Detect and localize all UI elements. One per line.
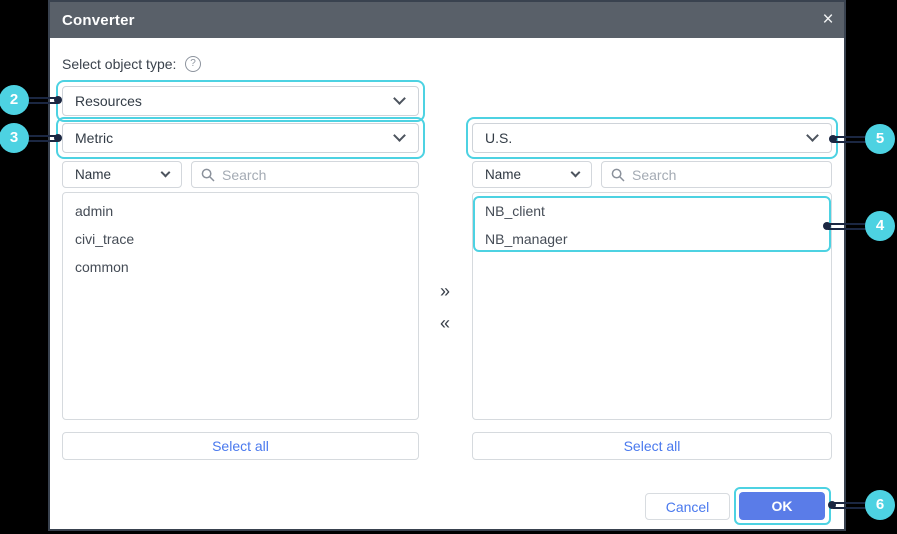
chevron-down-icon: [571, 168, 581, 178]
right-select-all-button[interactable]: Select all: [472, 432, 832, 460]
help-glyph: ?: [190, 58, 196, 69]
move-left-button[interactable]: «: [431, 309, 459, 337]
object-type-label: Select object type:: [62, 56, 176, 72]
screen: Converter × Select object type: ? Resour…: [0, 0, 897, 534]
move-right-button[interactable]: »: [431, 277, 459, 305]
chevron-down-icon: [806, 129, 819, 142]
annotation-badge: 3: [0, 123, 29, 153]
left-search-input[interactable]: [222, 167, 409, 183]
right-sort-value: Name: [485, 167, 521, 182]
target-list: NB_client NB_manager: [472, 192, 832, 420]
cancel-button[interactable]: Cancel: [645, 493, 730, 520]
left-sort-value: Name: [75, 167, 111, 182]
right-subtype-value: U.S.: [485, 130, 512, 146]
ok-button[interactable]: OK: [739, 492, 825, 520]
annotation-badge: 4: [865, 211, 895, 241]
right-search-input[interactable]: [632, 167, 822, 183]
list-item[interactable]: NB_client: [473, 197, 831, 225]
help-icon[interactable]: ?: [185, 56, 201, 72]
list-item[interactable]: admin: [63, 197, 418, 225]
list-item[interactable]: common: [63, 253, 418, 281]
right-subtype-select[interactable]: U.S.: [472, 123, 832, 153]
dialog-title: Converter: [62, 12, 135, 29]
close-icon[interactable]: ×: [816, 8, 840, 32]
right-search-box: [601, 161, 832, 188]
chevron-down-icon: [161, 168, 171, 178]
left-sort-select[interactable]: Name: [62, 161, 182, 188]
left-select-all-button[interactable]: Select all: [62, 432, 419, 460]
dialog-header: Converter: [50, 2, 844, 38]
chevron-down-icon: [393, 129, 406, 142]
left-subtype-value: Metric: [75, 130, 113, 146]
list-item[interactable]: civi_trace: [63, 225, 418, 253]
left-search-box: [191, 161, 419, 188]
annotation-badge: 2: [0, 85, 29, 115]
right-sort-select[interactable]: Name: [472, 161, 592, 188]
object-type-select[interactable]: Resources: [62, 86, 419, 116]
search-icon: [611, 168, 625, 182]
search-icon: [201, 168, 215, 182]
annotation-badge: 5: [865, 124, 895, 154]
list-item[interactable]: NB_manager: [473, 225, 831, 253]
source-list: admin civi_trace common: [62, 192, 419, 420]
object-type-value: Resources: [75, 93, 142, 109]
chevron-down-icon: [393, 92, 406, 105]
annotation-badge: 6: [865, 490, 895, 520]
left-subtype-select[interactable]: Metric: [62, 123, 419, 153]
